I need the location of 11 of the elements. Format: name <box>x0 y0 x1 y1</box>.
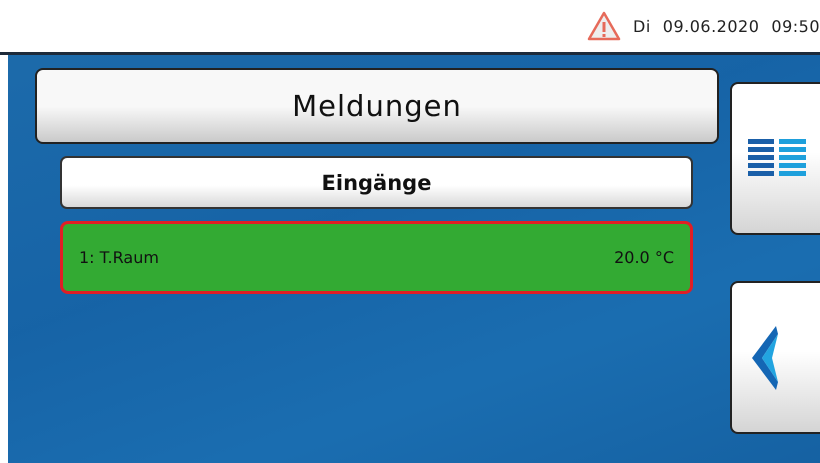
date-text: 09.06.2020 <box>662 16 760 36</box>
weekday-text: Di <box>633 16 651 36</box>
message-value: 20.0 °C <box>614 248 674 267</box>
back-button[interactable] <box>730 281 820 434</box>
message-label: 1: T.Raum <box>79 248 159 267</box>
menu-button[interactable] <box>730 82 820 235</box>
time-text: 09:50 <box>771 16 820 36</box>
section-button[interactable]: Eingänge <box>60 156 693 209</box>
message-row[interactable]: 1: T.Raum 20.0 °C <box>60 221 693 294</box>
list-icon <box>748 138 806 178</box>
title-button[interactable]: Meldungen <box>35 68 719 144</box>
